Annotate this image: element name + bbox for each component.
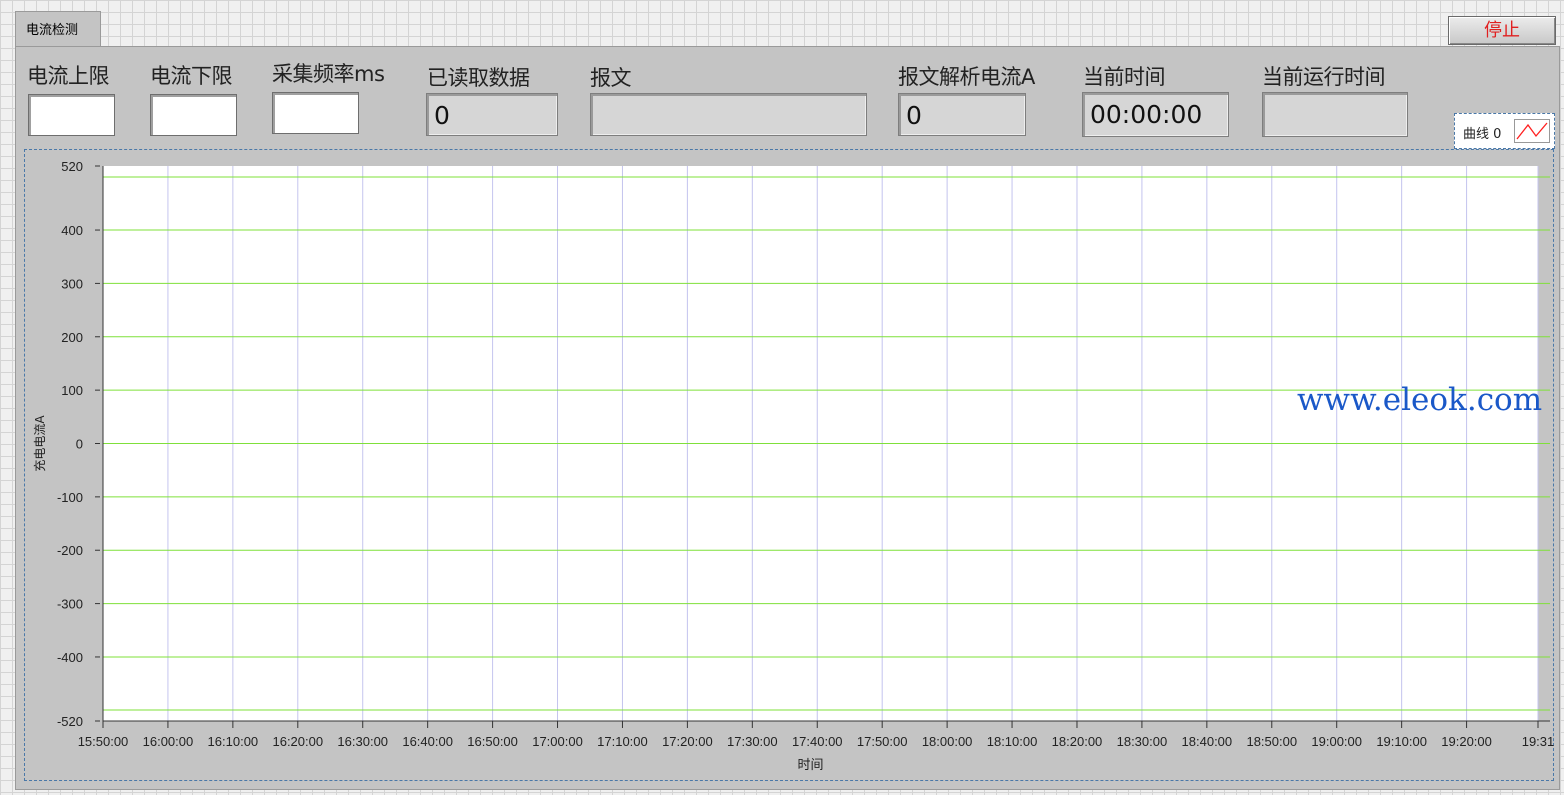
x-tick-label: 18:10:00 (987, 734, 1038, 749)
y-tick-label: -300 (57, 597, 83, 612)
y-tick-label: 0 (76, 437, 83, 452)
x-tick-label: 16:30:00 (337, 734, 388, 749)
watermark-text: www.eleok.com (1297, 382, 1543, 418)
y-tick-label: 400 (61, 223, 83, 238)
y-tick-label: 300 (61, 276, 83, 291)
x-tick-label: 18:00:00 (922, 734, 973, 749)
x-tick-label: 18:20:00 (1052, 734, 1103, 749)
x-tick-label: 19:00:00 (1311, 734, 1362, 749)
x-tick-label: 17:00:00 (532, 734, 583, 749)
x-axis-title: 时间 (797, 758, 823, 773)
x-tick-label: 16:20:00 (272, 734, 323, 749)
x-tick-label: 16:50:00 (467, 734, 518, 749)
x-tick-label: 16:40:00 (402, 734, 453, 749)
y-axis-title: 充电电流A (32, 415, 47, 472)
x-tick-label: 18:30:00 (1117, 734, 1168, 749)
y-tick-label: 200 (61, 330, 83, 345)
x-tick-label: 18:40:00 (1182, 734, 1233, 749)
y-tick-label: -200 (57, 543, 83, 558)
y-tick-label: -400 (57, 650, 83, 665)
y-tick-label: -100 (57, 490, 83, 505)
x-tick-label: 18:50:00 (1246, 734, 1297, 749)
x-tick-label: 17:40:00 (792, 734, 843, 749)
x-tick-label: 17:30:00 (727, 734, 778, 749)
x-tick-label: 19:31 (1522, 734, 1555, 749)
x-tick-label: 15:50:00 (78, 734, 129, 749)
x-tick-label: 17:50:00 (857, 734, 908, 749)
y-tick-label: -520 (57, 714, 83, 729)
x-tick-label: 17:20:00 (662, 734, 713, 749)
x-tick-label: 19:20:00 (1441, 734, 1492, 749)
x-tick-label: 19:10:00 (1376, 734, 1427, 749)
y-tick-label: 520 (61, 159, 83, 174)
x-tick-label: 17:10:00 (597, 734, 648, 749)
y-tick-label: 100 (61, 383, 83, 398)
x-tick-label: 16:10:00 (208, 734, 259, 749)
x-tick-label: 16:00:00 (143, 734, 194, 749)
